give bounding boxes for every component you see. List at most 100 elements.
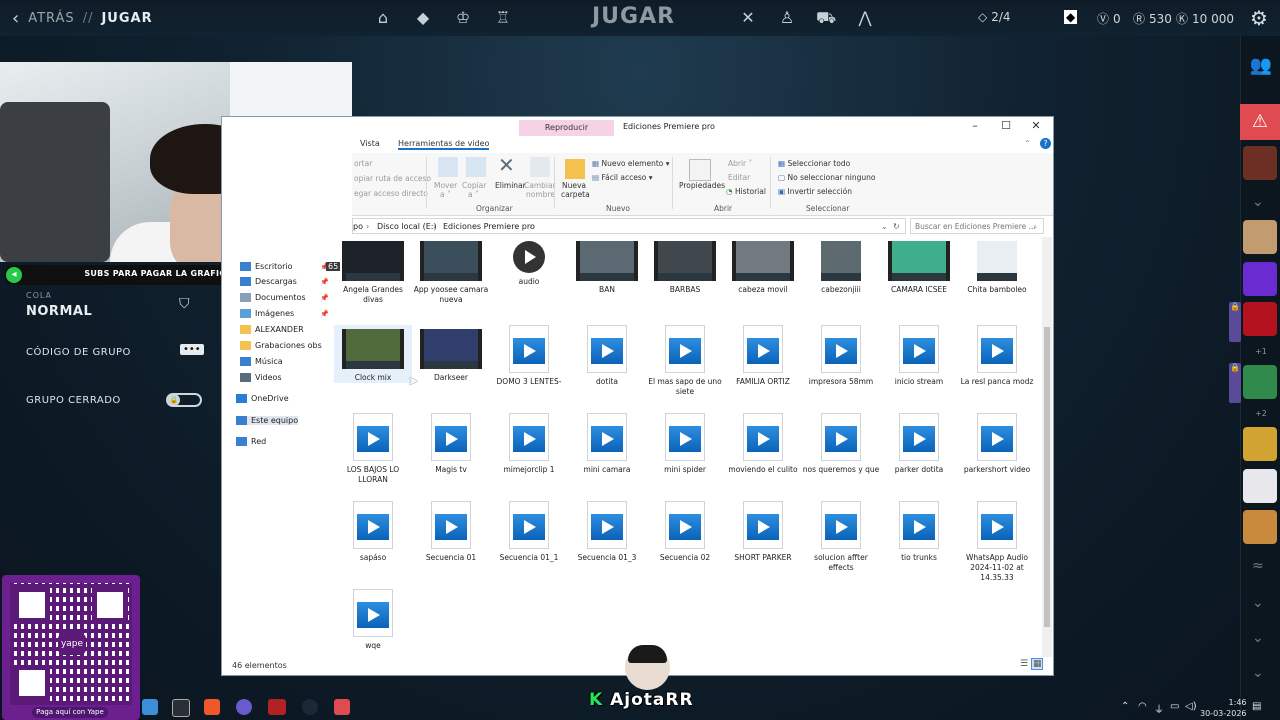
file-item[interactable]: SHORT PARKER [724, 501, 802, 563]
group-code-label[interactable]: CÓDIGO DE GRUPO [26, 347, 131, 358]
tab-video-tools[interactable]: Herramientas de video [398, 139, 490, 150]
file-item[interactable]: nos queremos y que [802, 413, 880, 475]
collection-icon[interactable]: ✕ [738, 8, 758, 28]
search-input[interactable]: Buscar en Ediciones Premiere ... ⌕ [910, 218, 1044, 234]
sidebar-item-grabaciones-obs[interactable]: Grabaciones obs [240, 341, 322, 350]
breadcrumb-root[interactable]: po [353, 222, 363, 231]
career-icon[interactable]: ♔ [453, 8, 473, 28]
details-view-icon[interactable]: ☰ [1020, 659, 1028, 669]
breadcrumb-drive[interactable]: Disco local (E:) [377, 222, 437, 231]
file-item[interactable]: El mas sapo de uno siete [646, 325, 724, 397]
agents-select-icon[interactable]: ♙ [777, 8, 797, 28]
copy-to-dropdown[interactable]: a ˅ [468, 190, 479, 199]
back-nav[interactable]: ‹ ATRÁS // JUGAR [12, 8, 153, 29]
paste-shortcut-button[interactable]: egar acceso directo [354, 189, 428, 198]
chevron-down-icon[interactable]: ⌄ [1252, 194, 1264, 210]
file-item[interactable]: mimejorclip 1 [490, 413, 568, 475]
battlepass-icon[interactable]: ♖ [493, 8, 513, 28]
back-label[interactable]: ATRÁS [28, 11, 74, 26]
copy-to-button[interactable]: Copiar [462, 181, 486, 190]
queue-value[interactable]: NORMAL [26, 304, 92, 319]
breadcrumb-folder[interactable]: Ediciones Premiere pro [443, 222, 535, 231]
friend-badge[interactable]: ◆ [1064, 10, 1078, 24]
file-item[interactable]: CAMARA ICSEE [880, 237, 958, 295]
notification-icon[interactable]: ▤ [1252, 701, 1261, 712]
vp-currency[interactable]: Ⓥ 0 [1097, 10, 1121, 27]
file-item[interactable]: Magis tv [412, 413, 490, 475]
move-to-button[interactable]: Mover [434, 181, 457, 190]
file-item[interactable]: inicio stream [880, 325, 958, 387]
chevron-down-icon[interactable]: ⌄ [1252, 630, 1264, 646]
agents-icon[interactable]: ◆ [413, 8, 433, 28]
warning-icon[interactable]: ⚠ [1240, 104, 1280, 140]
file-item[interactable]: App yoosee camara nueva [412, 237, 490, 305]
sidebar-item-escritorio[interactable]: Escritorio 📌 [240, 262, 329, 271]
file-item[interactable]: Angela Grandes divas [334, 237, 412, 305]
move-to-icon[interactable] [438, 157, 458, 177]
party-count[interactable]: ◇ 2/4 [978, 10, 1011, 24]
friend-avatar[interactable] [1243, 302, 1277, 336]
file-item[interactable]: Secuencia 01_1 [490, 501, 568, 563]
pin-icon[interactable]: 📌 [320, 310, 329, 318]
obs-taskbar-icon[interactable] [172, 699, 190, 717]
view-toggle[interactable]: ☰ ▦ [1020, 658, 1044, 670]
file-item[interactable]: cabeza movil [724, 237, 802, 295]
valorant-taskbar-icon[interactable] [334, 699, 350, 715]
friend-avatar[interactable] [1243, 220, 1277, 254]
sidebar-item-onedrive[interactable]: OneDrive [236, 394, 289, 403]
file-item[interactable]: WhatsApp Audio 2024-11-02 at 14.35.33 [958, 501, 1036, 583]
sidebar-item-descargas[interactable]: Descargas 📌 [240, 277, 329, 286]
address-input[interactable]: po › Disco local (E:) › Ediciones Premie… [352, 218, 906, 234]
open-button[interactable]: Abrir ˅ [728, 159, 752, 168]
steam-taskbar-icon[interactable] [302, 699, 318, 715]
select-all-button[interactable]: ▦ Seleccionar todo [778, 159, 850, 168]
sidebar-item-este-equipo[interactable]: Este equipo [236, 416, 299, 425]
file-item[interactable]: Secuencia 01_3 [568, 501, 646, 563]
chevron-down-icon[interactable]: ⌄ [881, 222, 888, 231]
help-icon[interactable]: ? [1040, 138, 1051, 149]
sidebar-item-imágenes[interactable]: Imágenes 📌 [240, 309, 329, 318]
file-item[interactable]: Clock mix [334, 325, 412, 383]
file-item[interactable]: tio trunks [880, 501, 958, 563]
file-item[interactable]: FAMILIA ORTIZ [724, 325, 802, 387]
file-item[interactable]: moviendo el culito [724, 413, 802, 475]
file-item[interactable]: Secuencia 02 [646, 501, 724, 563]
file-item[interactable]: mini camara [568, 413, 646, 475]
closed-group-toggle[interactable]: 🔒 [166, 393, 202, 407]
play-title[interactable]: JUGAR [592, 4, 675, 29]
large-icons-view-icon[interactable]: ▦ [1030, 658, 1044, 670]
volume-icon[interactable]: ◁) [1185, 701, 1197, 712]
properties-icon[interactable] [689, 159, 711, 181]
copy-to-icon[interactable] [466, 157, 486, 177]
scrollbar-thumb[interactable] [1044, 327, 1050, 627]
sidebar-item-documentos[interactable]: Documentos 📌 [240, 293, 329, 302]
file-item[interactable]: audio [490, 237, 568, 287]
kp-currency[interactable]: Ⓚ 10 000 [1176, 10, 1234, 27]
new-folder-icon[interactable] [565, 159, 585, 179]
tray-chevron-up-icon[interactable]: ⌃ [1121, 701, 1129, 712]
back-arrow-icon[interactable]: ‹ [12, 8, 20, 29]
rename-icon[interactable] [530, 157, 550, 177]
friend-avatar[interactable] [1243, 469, 1277, 503]
refresh-icon[interactable]: ↻ [893, 222, 900, 231]
pin-icon[interactable]: 📌 [320, 294, 329, 302]
tab-vista[interactable]: Vista [360, 139, 380, 148]
store-icon[interactable]: ⛟ [816, 8, 836, 28]
home-icon[interactable]: ⌂ [373, 8, 393, 28]
file-item[interactable]: cabezonjiii [802, 237, 880, 295]
chevron-down-icon[interactable]: ⌄ [1252, 665, 1264, 681]
wifi-icon[interactable]: ◠ [1138, 701, 1147, 712]
sidebar-item-música[interactable]: Música [240, 357, 283, 366]
rp-currency[interactable]: Ⓡ 530 [1133, 10, 1172, 27]
properties-button[interactable]: Propiedades [679, 181, 725, 190]
pin-icon[interactable]: 📌 [320, 278, 329, 286]
delete-icon[interactable]: ✕ [498, 153, 515, 177]
voicemeeter-taskbar-icon[interactable] [268, 699, 286, 715]
minimize-icon[interactable]: – [964, 119, 986, 132]
file-item[interactable]: Secuencia 01 [412, 501, 490, 563]
file-item[interactable]: Darkseer [412, 325, 490, 383]
file-item[interactable]: parkershort video [958, 413, 1036, 475]
history-button[interactable]: ◔ Historial [726, 187, 766, 196]
easy-access-button[interactable]: ▤ Fácil acceso ▾ [592, 173, 652, 182]
file-item[interactable]: dotita [568, 325, 646, 387]
